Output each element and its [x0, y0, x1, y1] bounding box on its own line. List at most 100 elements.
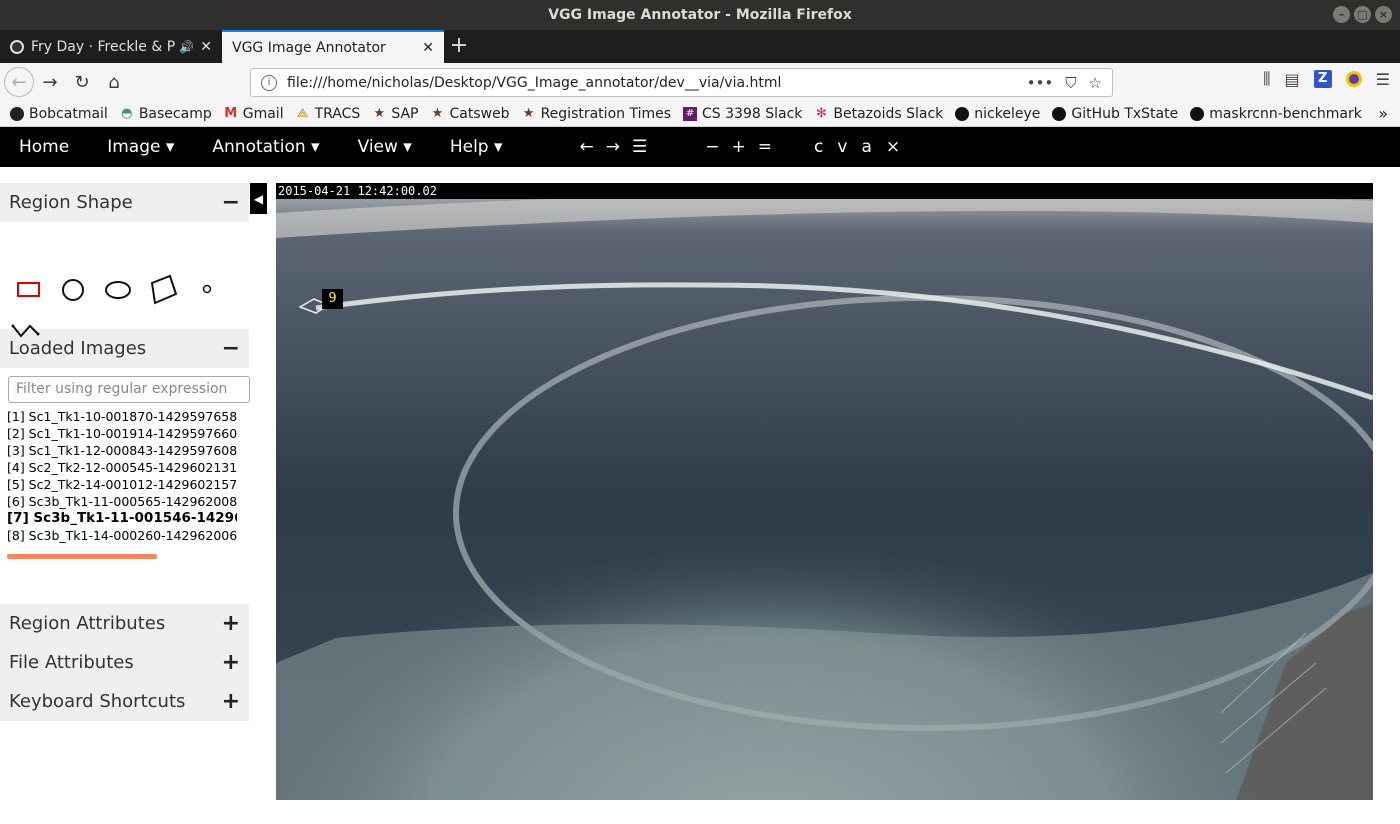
- image-nav-tools: ← → ☰: [580, 137, 648, 157]
- expand-toggle[interactable]: +: [222, 650, 240, 675]
- bookmark-bobcatmail[interactable]: Bobcatmail: [10, 106, 108, 122]
- image-list-button[interactable]: ☰: [632, 137, 647, 157]
- sidebar-icon[interactable]: ▤: [1285, 70, 1300, 89]
- library-icon[interactable]: ⫼: [1263, 69, 1270, 89]
- menu-help[interactable]: Help ▾: [431, 137, 522, 157]
- region-attributes-header[interactable]: Region Attributes +: [0, 604, 249, 643]
- circle-shape-icon[interactable]: [61, 278, 87, 304]
- bookmark-catsweb[interactable]: ★ Catsweb: [430, 106, 510, 122]
- zoom-out-button[interactable]: −: [705, 137, 719, 157]
- ellipse-shape-icon[interactable]: [104, 280, 134, 302]
- speaker-icon[interactable]: 🔊: [179, 40, 194, 54]
- window-controls: – □ ×: [1333, 6, 1392, 23]
- section-title: Region Attributes: [9, 613, 166, 634]
- region-shape-header[interactable]: Region Shape −: [0, 183, 249, 222]
- edit-tools: c v a ×: [814, 137, 902, 157]
- list-item[interactable]: [3] Sc1_Tk1-12-000843-1429597608: [7, 442, 237, 459]
- url-text[interactable]: file:///home/nicholas/Desktop/VGG_Image_…: [287, 75, 1027, 91]
- annotated-image[interactable]: [276, 183, 1373, 800]
- close-tab-icon[interactable]: ✕: [422, 40, 434, 56]
- basecamp-icon: ◓: [121, 105, 133, 121]
- copy-button[interactable]: c: [814, 137, 825, 157]
- menu-home[interactable]: Home: [0, 137, 88, 157]
- horizontal-scrollbar[interactable]: [7, 554, 157, 559]
- list-item-selected[interactable]: [7] Sc3b_Tk1-11-001546-142962: [7, 510, 237, 527]
- delete-button[interactable]: ×: [886, 137, 902, 157]
- list-item[interactable]: [8] Sc3b_Tk1-14-000260-142962006: [7, 527, 237, 544]
- list-item[interactable]: [2] Sc1_Tk1-10-001914-1429597660: [7, 425, 237, 442]
- forward-button[interactable]: →: [34, 66, 66, 98]
- bookmark-tracs[interactable]: ⟁ TRACS: [296, 106, 361, 122]
- url-actions: ••• ⛉ ☆: [1027, 74, 1112, 92]
- region-label[interactable]: 9: [322, 289, 343, 309]
- bookmark-star-icon[interactable]: ☆: [1089, 74, 1102, 92]
- keyboard-shortcuts-header[interactable]: Keyboard Shortcuts +: [0, 682, 249, 721]
- bookmark-maskrcnn-benchmark[interactable]: maskrcnn-benchmark: [1190, 106, 1362, 122]
- info-icon[interactable]: i: [261, 74, 277, 91]
- bookmark-sap[interactable]: ★ SAP: [372, 106, 418, 122]
- url-bar[interactable]: i file:///home/nicholas/Desktop/VGG_Imag…: [250, 68, 1113, 97]
- tab-vgg-image-annotator[interactable]: VGG Image Annotator ✕: [222, 30, 444, 63]
- bookmark-cs-3398-slack[interactable]: # CS 3398 Slack: [683, 106, 802, 122]
- section-title: Keyboard Shortcuts: [9, 691, 186, 712]
- close-tab-icon[interactable]: ✕: [200, 39, 212, 55]
- extension-icon[interactable]: [1345, 71, 1362, 87]
- list-item[interactable]: [4] Sc2_Tk2-12-000545-1429602131: [7, 459, 237, 476]
- close-window-button[interactable]: ×: [1375, 6, 1392, 23]
- bookmark-registration-times[interactable]: ★ Registration Times: [522, 106, 671, 122]
- point-shape-icon[interactable]: [201, 283, 215, 297]
- hamburger-menu-icon[interactable]: ☰: [1376, 70, 1390, 89]
- list-item[interactable]: [1] Sc1_Tk1-10-001870-1429597658: [7, 408, 237, 425]
- file-attributes-header[interactable]: File Attributes +: [0, 643, 249, 682]
- bookmark-betazoids-slack[interactable]: ✻ Betazoids Slack: [814, 106, 943, 122]
- left-sidebar: Region Shape − Loaded Images − Filter us…: [0, 183, 250, 721]
- tab-title: Fry Day · Freckle & Pet: [31, 38, 176, 55]
- zoom-reset-button[interactable]: =: [758, 137, 772, 157]
- expand-toggle[interactable]: +: [222, 689, 240, 714]
- select-all-button[interactable]: a: [861, 137, 873, 157]
- expand-toggle[interactable]: +: [222, 611, 240, 636]
- minimize-button[interactable]: –: [1333, 6, 1350, 23]
- collapse-toggle[interactable]: −: [222, 190, 240, 215]
- menu-annotation[interactable]: Annotation ▾: [193, 137, 338, 157]
- image-canvas[interactable]: 2015-04-21 12:42:00.02: [276, 183, 1373, 800]
- more-bookmarks-icon[interactable]: »: [1378, 104, 1388, 123]
- rectangle-shape-icon[interactable]: [17, 280, 41, 300]
- tab-fry-day[interactable]: Fry Day · Freckle & Pet 🔊 ✕: [0, 30, 222, 63]
- maximize-button[interactable]: □: [1354, 6, 1371, 23]
- app-menubar: Home Image ▾ Annotation ▾ View ▾ Help ▾ …: [0, 127, 1400, 167]
- bookmark-nickeleye[interactable]: nickeleye: [955, 106, 1040, 122]
- zoom-in-button[interactable]: +: [732, 137, 746, 157]
- star-icon: ★: [373, 105, 386, 121]
- spotify-icon: [10, 39, 24, 54]
- home-button[interactable]: ⌂: [98, 66, 130, 98]
- pocket-icon[interactable]: ⛉: [1065, 74, 1076, 92]
- list-item[interactable]: [6] Sc3b_Tk1-11-000565-142962008: [7, 493, 237, 510]
- page-actions-icon[interactable]: •••: [1027, 74, 1054, 92]
- menu-image[interactable]: Image ▾: [88, 137, 193, 157]
- slack-icon: ✻: [815, 105, 827, 121]
- menu-view[interactable]: View ▾: [339, 137, 431, 157]
- slack-icon: #: [683, 106, 698, 121]
- polyline-shape-icon[interactable]: [11, 322, 41, 342]
- back-button[interactable]: ←: [4, 67, 34, 97]
- bookmark-gmail[interactable]: M Gmail: [224, 105, 283, 122]
- image-filter-input[interactable]: Filter using regular expression: [8, 376, 250, 403]
- next-image-button[interactable]: →: [606, 137, 620, 157]
- zotero-icon[interactable]: Z: [1313, 70, 1332, 88]
- github-icon: [1052, 106, 1067, 121]
- polygon-shape-icon[interactable]: [148, 274, 180, 306]
- zoom-tools: − + =: [705, 137, 772, 157]
- paste-button[interactable]: v: [837, 137, 849, 157]
- reload-button[interactable]: ↻: [66, 66, 98, 98]
- collapse-sidebar-button[interactable]: ◀: [250, 183, 267, 214]
- collapse-toggle[interactable]: −: [222, 336, 240, 361]
- toolbar-right: ⫼ ▤ Z ☰: [1263, 69, 1390, 89]
- bookmark-basecamp[interactable]: ◓ Basecamp: [120, 106, 212, 122]
- prev-image-button[interactable]: ←: [580, 137, 594, 157]
- gmail-icon: M: [224, 105, 238, 121]
- new-tab-button[interactable]: +: [444, 30, 474, 63]
- bookmark-github-txstate[interactable]: GitHub TxState: [1052, 106, 1178, 122]
- star-icon: ★: [522, 105, 535, 121]
- list-item[interactable]: [5] Sc2_Tk2-14-001012-1429602157: [7, 476, 237, 493]
